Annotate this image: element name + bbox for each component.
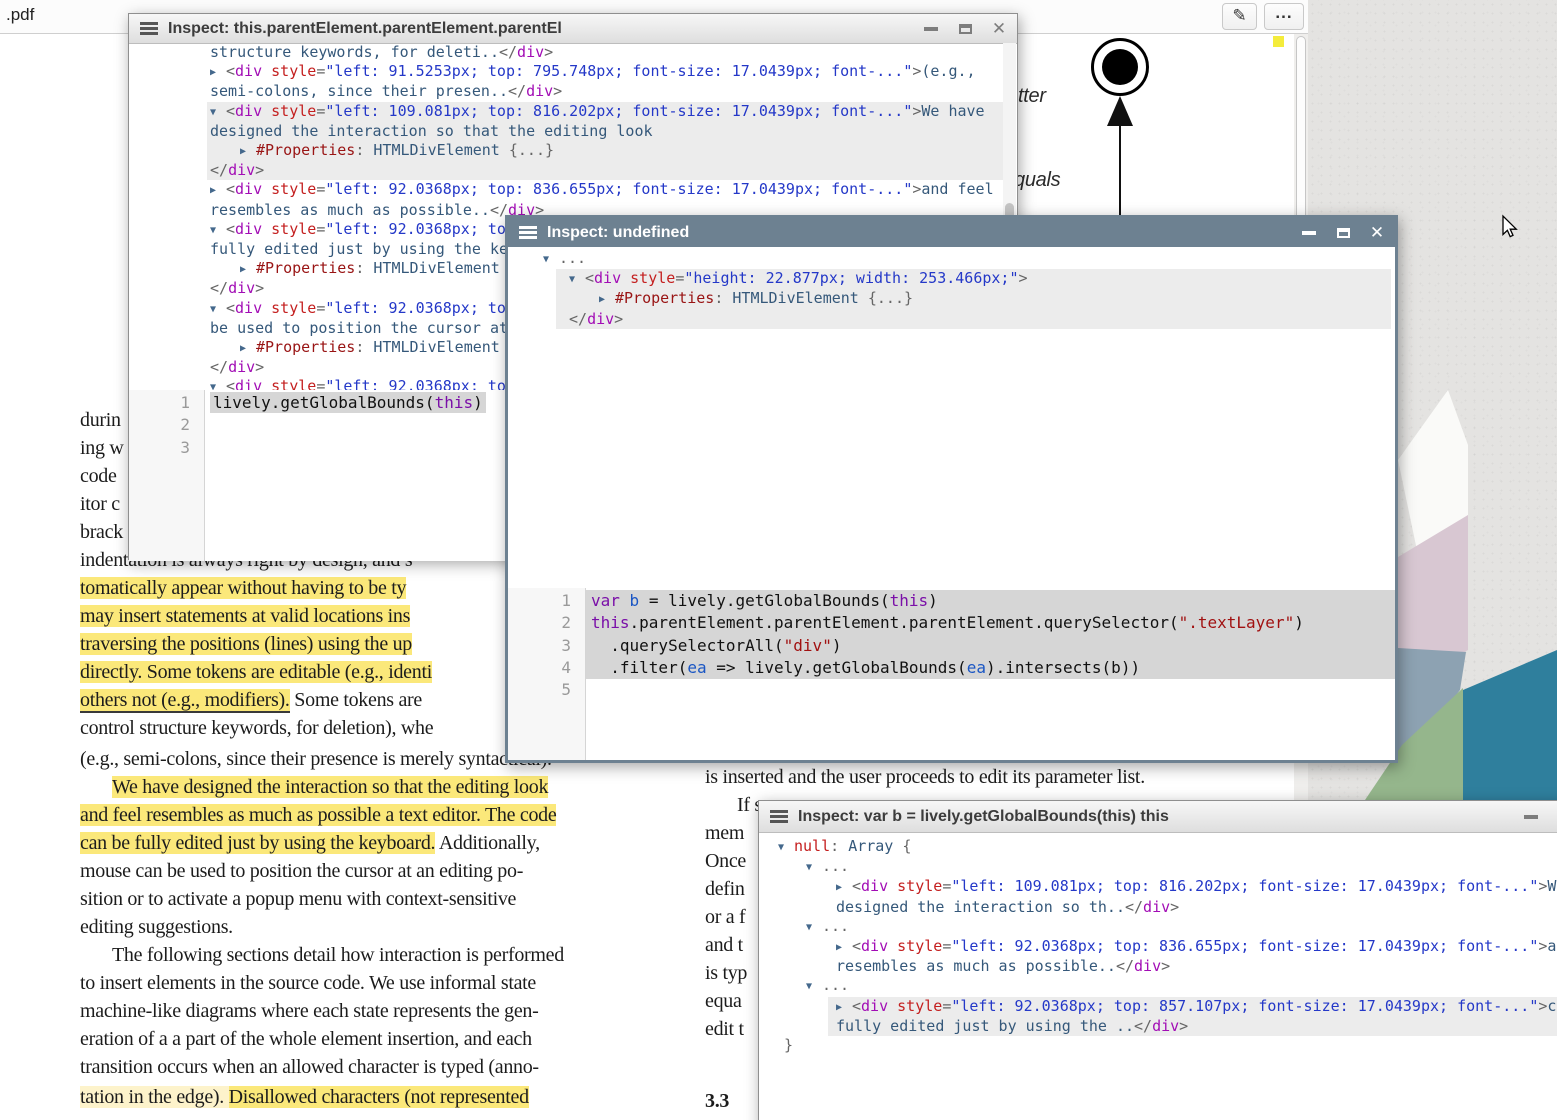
pdf-text-line: We have designed the interaction so that… [112,776,548,799]
tree-row[interactable]: ▶<div style="left: 92.0368px; top: 836.6… [775,937,1557,957]
tree-row[interactable]: ▼<div style="left: 109.081px; top: 816.2… [207,102,1003,122]
pdf-text-line: editing suggestions. [80,916,233,939]
editor-gutter: 123 [129,390,205,561]
state-diagram-arrow [1119,120,1121,218]
maximize-icon[interactable] [955,19,975,39]
diagram-edge-label: quals [1014,169,1060,192]
pdf-text-line: durin [80,409,121,432]
pdf-text-line: can be fully edited just by using the ke… [80,832,540,855]
pdf-text-line: ing w [80,437,124,460]
menu-icon[interactable] [140,22,158,35]
pdf-text-line: mouse can be used to position the cursor… [80,860,523,883]
tree-row[interactable]: </div> [207,161,1003,180]
menu-icon[interactable] [770,810,788,823]
pdf-text-line: code [80,465,117,488]
pdf-text-line: sition or to activate a popup menu with … [80,888,516,911]
pdf-text-line: tomatically appear without having to be … [80,577,406,600]
window-title: Inspect: var b = lively.getGlobalBounds(… [798,808,1169,826]
minimize-icon[interactable] [1299,223,1319,243]
close-icon[interactable]: ✕ [989,19,1009,39]
tree-row[interactable]: semi-colons, since their presen..</div> [207,82,1003,101]
state-diagram-final-state-dot [1102,49,1138,85]
dom-tree-panel: ▼...▼<div style="height: 22.877px; width… [540,249,1391,339]
tree-row[interactable]: ▼... [775,976,1557,996]
pdf-text-line: brack [80,521,123,544]
pdf-text-line: equa [705,990,742,1013]
edit-pdf-button[interactable]: ✎ [1222,3,1257,30]
inspector-window-2: Inspect: undefined ✕ ▼...▼<div style="he… [505,215,1398,763]
tree-row[interactable]: ▶<div style="left: 92.0368px; top: 857.1… [828,997,1557,1017]
code-line[interactable]: var b = lively.getGlobalBounds(this) [586,590,1395,612]
inspector-window-3: Inspect: var b = lively.getGlobalBounds(… [758,800,1557,1120]
code-editor[interactable]: 12345var b = lively.getGlobalBounds(this… [508,588,1395,760]
more-options-button[interactable]: ... [1264,3,1304,30]
window-title: Inspect: undefined [547,224,689,242]
tree-row[interactable]: ▼null: Array { [775,837,1557,857]
diagram-edge-label: tter [1018,85,1046,108]
pdf-text-line: mem [705,822,744,845]
desktop: .pdf ✎ ... tter quals durin ing w code itor … [0,0,1557,1120]
tree-row[interactable]: ▶<div style="left: 109.081px; top: 816.2… [775,877,1557,897]
code-line[interactable]: .filter(ea => lively.getGlobalBounds(ea)… [586,657,1395,679]
tree-row[interactable]: designed the interaction so th..</div> [775,898,1557,917]
pdf-text-line: machine-like diagrams where each state r… [80,1000,539,1023]
tree-row[interactable]: ▼... [775,857,1557,877]
pdf-text-line: edit t [705,1018,744,1041]
tree-row[interactable]: ▼<div style="height: 22.877px; width: 25… [556,269,1391,289]
code-line[interactable]: this.parentElement.parentElement.parentE… [586,612,1395,634]
pdf-text-line: tation in the edge). Disallowed characte… [80,1086,529,1109]
pdf-text-line: is typ [705,962,747,985]
inspector-window-2-titlebar[interactable]: Inspect: undefined ✕ [508,218,1395,247]
pdf-text-line: or a f [705,906,745,929]
minimize-icon[interactable] [1521,807,1541,827]
tree-row[interactable]: } [775,1036,1557,1055]
pdf-text-line: traversing the positions (lines) using t… [80,633,412,656]
object-tree-panel: ▼null: Array {▼...▶<div style="left: 109… [775,837,1557,1120]
pdf-text-line: may insert statements at valid locations… [80,605,410,628]
maximize-icon[interactable] [1333,223,1353,243]
mouse-cursor [1496,213,1522,241]
tree-row[interactable]: resembles as much as possible..</div> [775,957,1557,976]
pdf-text-line: transition occurs when an allowed charac… [80,1056,539,1079]
ellipsis-icon: ... [1275,3,1292,22]
close-icon[interactable]: ✕ [1367,223,1387,243]
pdf-text-line: Once [705,850,746,873]
pdf-text-line: others not (e.g., modifiers). Some token… [80,689,422,712]
tree-row[interactable]: structure keywords, for deleti..</div> [207,43,1003,62]
pdf-text-line: (e.g., semi-colons, since their presence… [80,748,552,771]
code-line[interactable] [586,679,1395,701]
pdf-text-line: and t [705,934,743,957]
pdf-text-line: defin [705,878,745,901]
state-diagram-final-state [1091,38,1149,96]
pdf-text-line: The following sections detail how intera… [112,944,564,967]
pdf-text-line: 3.3 [705,1090,729,1113]
pdf-text-line: directly. Some tokens are editable (e.g.… [80,661,432,684]
menu-icon[interactable] [519,226,537,239]
inspector-window-1-titlebar[interactable]: Inspect: this.parentElement.parentElemen… [129,14,1017,44]
pdf-text-line: eration of a a part of the whole element… [80,1028,532,1051]
tree-row[interactable]: fully edited just by using the ..</div> [828,1017,1557,1036]
minimize-icon[interactable] [921,19,941,39]
editor-code-area[interactable]: var b = lively.getGlobalBounds(this)this… [586,588,1395,760]
tree-row[interactable]: ▶#Properties: HTMLDivElement {...} [556,289,1391,309]
tree-row[interactable]: ▼... [540,249,1391,269]
annotation-marker[interactable] [1273,36,1284,47]
pdf-filename: .pdf [6,5,34,25]
tree-row[interactable]: ▼... [775,917,1557,937]
tree-row[interactable]: designed the interaction so that the edi… [207,122,1003,141]
pdf-text-line: and feel resembles as much as possible a… [80,804,556,827]
tree-row[interactable]: </div> [556,310,1391,329]
tree-row[interactable]: ▶#Properties: HTMLDivElement {...} [207,141,1003,161]
tree-row[interactable]: ▶<div style="left: 92.0368px; top: 836.6… [207,180,1003,200]
pencil-icon: ✎ [1232,6,1246,25]
editor-gutter: 12345 [508,588,586,760]
pdf-text-line: control structure keywords, for deletion… [80,717,433,740]
pdf-text-line: is inserted and the user proceeds to edi… [705,766,1145,789]
inspector-window-3-titlebar[interactable]: Inspect: var b = lively.getGlobalBounds(… [759,801,1557,833]
pdf-text-line: to insert elements in the source code. W… [80,972,536,995]
code-line[interactable]: .querySelectorAll("div") [586,635,1395,657]
window-title: Inspect: this.parentElement.parentElemen… [168,20,562,38]
tree-row[interactable]: ▶<div style="left: 91.5253px; top: 795.7… [207,62,1003,82]
pdf-text-line: itor c [80,493,120,516]
